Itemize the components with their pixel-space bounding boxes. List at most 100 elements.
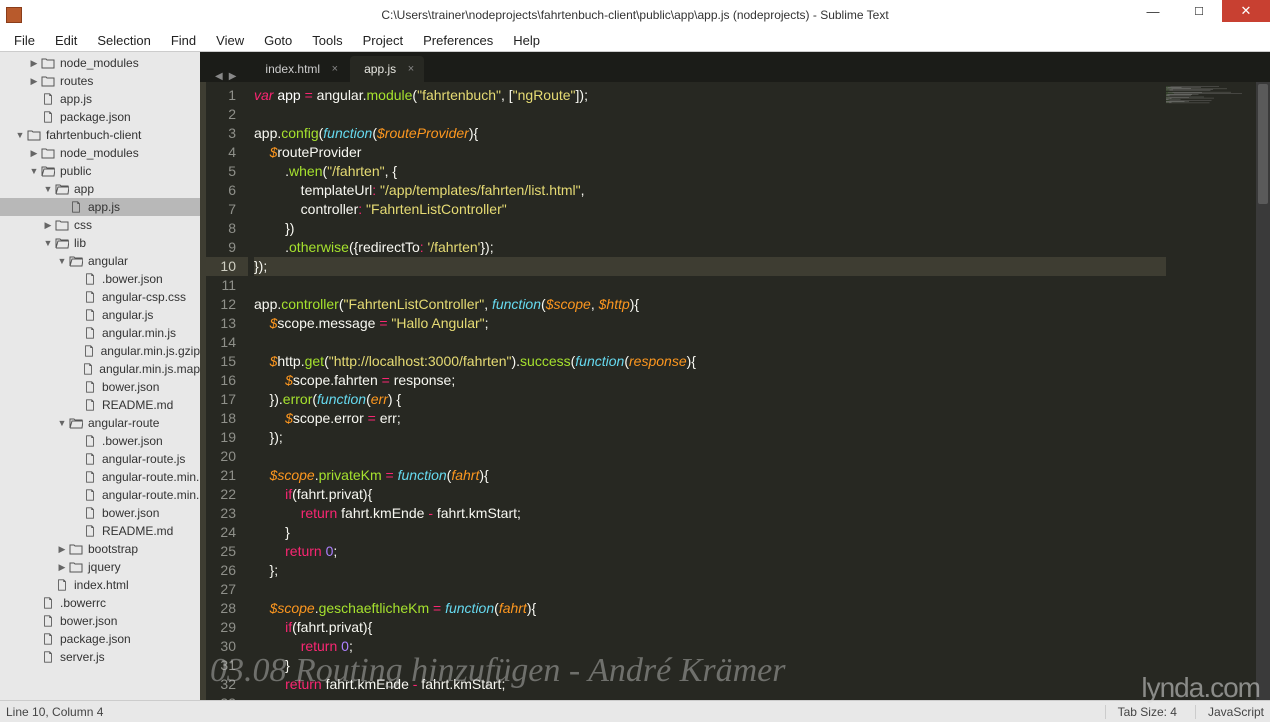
file-package-json[interactable]: package.json — [0, 108, 200, 126]
menu-goto[interactable]: Goto — [254, 31, 302, 50]
tab-app-js[interactable]: app.js× — [350, 56, 424, 82]
tree-label: README.md — [102, 398, 173, 412]
tree-label: bower.json — [60, 614, 117, 628]
file-icon — [81, 344, 96, 358]
menu-selection[interactable]: Selection — [87, 31, 160, 50]
file-bower-json[interactable]: bower.json — [0, 612, 200, 630]
file-icon — [82, 308, 98, 322]
collapse-arrow-icon[interactable]: ▼ — [14, 130, 26, 140]
file-package-json[interactable]: package.json — [0, 630, 200, 648]
collapse-arrow-icon[interactable]: ▼ — [42, 238, 54, 248]
file-angular-route-min-[interactable]: angular-route.min. — [0, 486, 200, 504]
expand-arrow-icon[interactable]: ▶ — [42, 220, 54, 231]
tree-label: .bowerrc — [60, 596, 106, 610]
vertical-scrollbar[interactable] — [1256, 82, 1270, 700]
file-angular-route-min-[interactable]: angular-route.min. — [0, 468, 200, 486]
menu-project[interactable]: Project — [353, 31, 413, 50]
folder-angular-route[interactable]: ▼angular-route — [0, 414, 200, 432]
close-icon[interactable]: × — [408, 63, 414, 75]
file-icon — [82, 398, 98, 412]
file-app-js[interactable]: app.js — [0, 90, 200, 108]
file-server-js[interactable]: server.js — [0, 648, 200, 666]
expand-arrow-icon[interactable]: ▶ — [28, 76, 40, 87]
minimap[interactable] — [1166, 82, 1256, 700]
code-editor[interactable]: var app = angular.module("fahrtenbuch", … — [248, 82, 1166, 700]
file-angular-min-js[interactable]: angular.min.js — [0, 324, 200, 342]
folder-open-icon — [68, 254, 84, 268]
file-readme-md[interactable]: README.md — [0, 522, 200, 540]
tab-next-icon[interactable]: ▶ — [226, 71, 240, 82]
menu-find[interactable]: Find — [161, 31, 206, 50]
file-readme-md[interactable]: README.md — [0, 396, 200, 414]
file--bowerrc[interactable]: .bowerrc — [0, 594, 200, 612]
file-icon — [82, 290, 98, 304]
folder-public[interactable]: ▼public — [0, 162, 200, 180]
maximize-button[interactable]: ☐ — [1176, 0, 1222, 22]
folder-angular[interactable]: ▼angular — [0, 252, 200, 270]
tree-label: jquery — [88, 560, 121, 574]
status-position[interactable]: Line 10, Column 4 — [6, 705, 103, 719]
file-angular-csp-css[interactable]: angular-csp.css — [0, 288, 200, 306]
folder-node-modules[interactable]: ▶node_modules — [0, 144, 200, 162]
tree-label: angular.min.js — [102, 326, 176, 340]
folder-icon — [40, 74, 56, 88]
folder-fahrtenbuch-client[interactable]: ▼fahrtenbuch-client — [0, 126, 200, 144]
menu-help[interactable]: Help — [503, 31, 550, 50]
collapse-arrow-icon[interactable]: ▼ — [28, 166, 40, 176]
collapse-arrow-icon[interactable]: ▼ — [56, 256, 68, 266]
folder-bootstrap[interactable]: ▶bootstrap — [0, 540, 200, 558]
folder-css[interactable]: ▶css — [0, 216, 200, 234]
tab-prev-icon[interactable]: ◀ — [212, 71, 226, 82]
file-angular-min-js-gzip[interactable]: angular.min.js.gzip — [0, 342, 200, 360]
folder-icon — [26, 128, 42, 142]
tree-label: angular-route.min. — [102, 488, 199, 502]
collapse-arrow-icon[interactable]: ▼ — [42, 184, 54, 194]
menu-file[interactable]: File — [4, 31, 45, 50]
tree-label: bower.json — [102, 380, 159, 394]
file-angular-route-js[interactable]: angular-route.js — [0, 450, 200, 468]
file-icon — [81, 362, 95, 376]
file-angular-js[interactable]: angular.js — [0, 306, 200, 324]
folder-lib[interactable]: ▼ lib — [0, 234, 200, 252]
expand-arrow-icon[interactable]: ▶ — [28, 58, 40, 69]
expand-arrow-icon[interactable]: ▶ — [28, 148, 40, 159]
tree-label: app.js — [60, 92, 92, 106]
folder-icon — [68, 542, 84, 556]
status-tab-size[interactable]: Tab Size: 4 — [1105, 705, 1177, 719]
file-app-js[interactable]: app.js — [0, 198, 200, 216]
menu-preferences[interactable]: Preferences — [413, 31, 503, 50]
expand-arrow-icon[interactable]: ▶ — [56, 544, 68, 555]
folder-node-modules[interactable]: ▶node_modules — [0, 54, 200, 72]
file--bower-json[interactable]: .bower.json — [0, 432, 200, 450]
minimize-button[interactable]: — — [1130, 0, 1176, 22]
tree-label: app.js — [88, 200, 120, 214]
file-icon — [40, 596, 56, 610]
window-title: C:\Users\trainer\nodeprojects\fahrtenbuc… — [381, 8, 888, 22]
tab-index-html[interactable]: index.html × — [251, 56, 348, 82]
tab-bar: ◀ ▶ index.html×app.js× — [200, 52, 1270, 82]
menu-edit[interactable]: Edit — [45, 31, 87, 50]
tab-label: index.html — [265, 62, 320, 76]
scrollbar-thumb[interactable] — [1258, 84, 1268, 204]
file-bower-json[interactable]: bower.json — [0, 504, 200, 522]
file-index-html[interactable]: index.html — [0, 576, 200, 594]
tree-label: app — [74, 182, 94, 196]
menu-view[interactable]: View — [206, 31, 254, 50]
file-bower-json[interactable]: bower.json — [0, 378, 200, 396]
folder-app[interactable]: ▼ app — [0, 180, 200, 198]
expand-arrow-icon[interactable]: ▶ — [56, 562, 68, 573]
menu-tools[interactable]: Tools — [302, 31, 352, 50]
tree-label: lib — [74, 236, 86, 250]
tree-label: angular-csp.css — [102, 290, 186, 304]
status-language[interactable]: JavaScript — [1195, 705, 1264, 719]
file-angular-min-js-map[interactable]: angular.min.js.map — [0, 360, 200, 378]
folder-jquery[interactable]: ▶ jquery — [0, 558, 200, 576]
sidebar-file-tree[interactable]: ▶node_modules▶routesapp.jspackage.json▼f… — [0, 52, 200, 700]
collapse-arrow-icon[interactable]: ▼ — [56, 418, 68, 428]
tree-label: angular.js — [102, 308, 153, 322]
close-icon[interactable]: × — [332, 63, 338, 75]
close-button[interactable]: ✕ — [1222, 0, 1270, 22]
file--bower-json[interactable]: .bower.json — [0, 270, 200, 288]
folder-routes[interactable]: ▶routes — [0, 72, 200, 90]
tree-label: .bower.json — [102, 272, 163, 286]
